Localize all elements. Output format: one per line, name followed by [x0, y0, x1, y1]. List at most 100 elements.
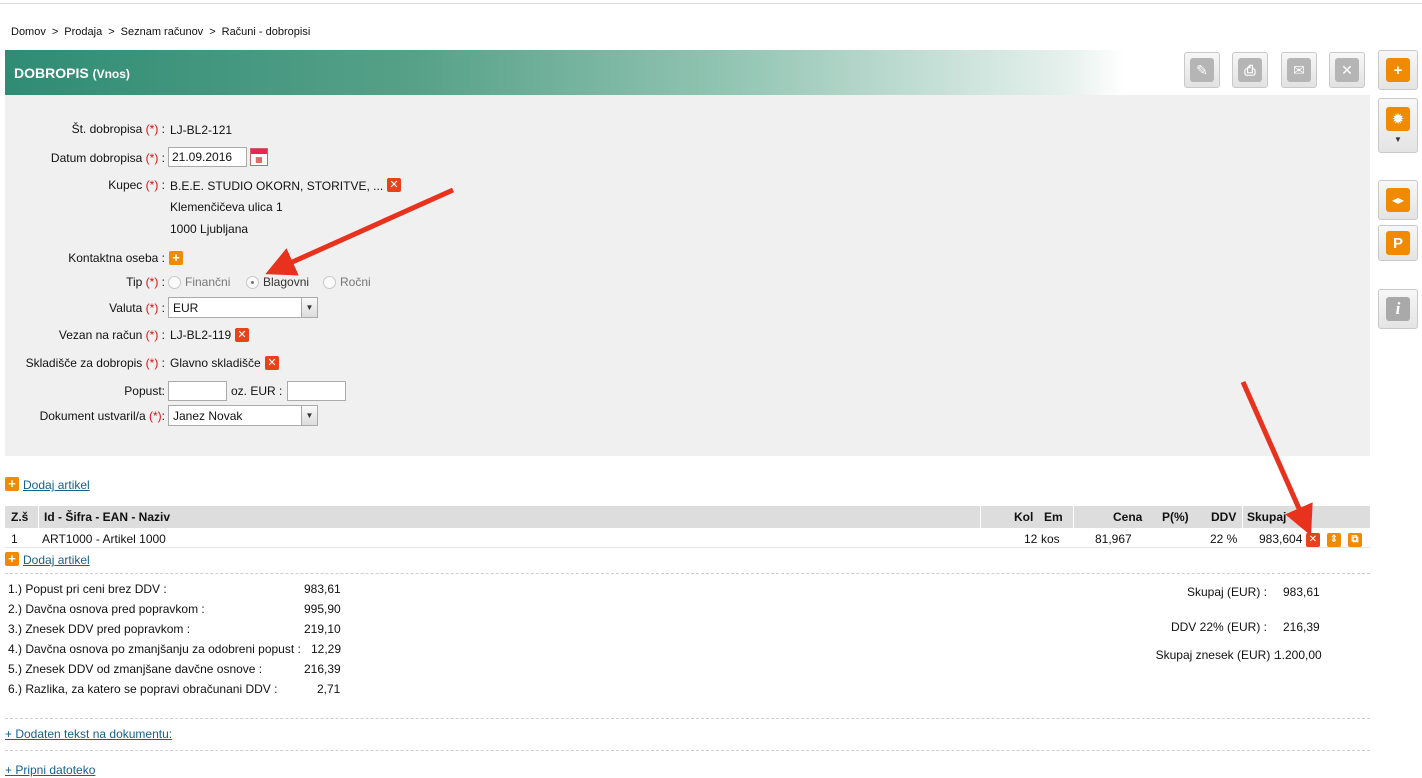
- col-em[interactable]: Em: [1044, 510, 1063, 524]
- edit-button[interactable]: ✎: [1184, 52, 1220, 88]
- add-item-icon[interactable]: +: [5, 552, 19, 566]
- vezan-label: Vezan na račun (*) :: [58, 328, 165, 342]
- col-naziv[interactable]: Id - Šifra - EAN - Naziv: [44, 510, 170, 524]
- col-divider: [1242, 506, 1243, 528]
- tip-radio-financni[interactable]: [168, 276, 181, 289]
- breadcrumb-seznam[interactable]: Seznam računov: [121, 26, 204, 38]
- ustvaril-value: Janez Novak: [173, 409, 243, 423]
- popust-input[interactable]: [168, 381, 227, 401]
- add-item-icon[interactable]: +: [5, 477, 19, 491]
- col-ddv[interactable]: DDV: [1211, 510, 1236, 524]
- skladisce-value: Glavno skladišče: [170, 356, 261, 370]
- col-zs[interactable]: Z.š: [11, 510, 28, 524]
- summary-value: 219,10: [304, 622, 341, 636]
- col-p[interactable]: P(%): [1162, 510, 1189, 524]
- reorder-row-icon[interactable]: ⇕: [1327, 533, 1341, 547]
- split-button[interactable]: ◂▸: [1378, 180, 1418, 220]
- summary-label: 3.) Znesek DDV pred popravkom :: [8, 622, 191, 636]
- ustvaril-label: Dokument ustvaril/a (*):: [39, 409, 165, 423]
- kupec-value: B.E.E. STUDIO OKORN, STORITVE, ...: [170, 179, 384, 193]
- valuta-label: Valuta (*) :: [109, 301, 165, 315]
- summary-label: 4.) Davčna osnova po zmanjšanju za odobr…: [8, 642, 301, 656]
- popust-label: Popust:: [124, 384, 165, 398]
- copy-row-icon[interactable]: ⧉: [1348, 533, 1362, 547]
- delete-row-icon[interactable]: ✕: [1306, 533, 1320, 547]
- kupec-label: Kupec (*) :: [108, 178, 165, 192]
- page-header: DOBROPIS (Vnos): [5, 50, 1370, 95]
- valuta-value: EUR: [173, 301, 199, 315]
- gear-icon: ✹: [1386, 107, 1410, 131]
- add-item-link[interactable]: Dodaj artikel: [23, 478, 90, 492]
- breadcrumb-prodaja[interactable]: Prodaja: [64, 26, 102, 38]
- summary-value: 995,90: [304, 602, 341, 616]
- p-button[interactable]: P: [1378, 225, 1418, 261]
- pencil-icon: ✎: [1190, 58, 1214, 82]
- summary-label: 1.) Popust pri ceni brez DDV :: [8, 582, 167, 596]
- breadcrumb: Domov > Prodaja > Seznam računov > Računi - do…: [11, 26, 310, 38]
- col-kol[interactable]: Kol: [1014, 510, 1033, 524]
- total-label: Skupaj znesek (EUR) :: [1155, 648, 1277, 662]
- additional-text-link[interactable]: + Dodaten tekst na dokumentu:: [5, 727, 172, 741]
- col-divider: [1073, 506, 1074, 528]
- print-button[interactable]: ⎙: [1232, 52, 1268, 88]
- email-button[interactable]: ✉: [1281, 52, 1317, 88]
- summary-label: 5.) Znesek DDV od zmanjšane davčne osnov…: [8, 662, 263, 676]
- col-skupaj[interactable]: Skupaj: [1247, 510, 1286, 524]
- tip-radio-blagovni[interactable]: [246, 276, 259, 289]
- breadcrumb-home[interactable]: Domov: [11, 26, 46, 38]
- kupec-city: 1000 Ljubljana: [170, 222, 249, 236]
- tip-label-blagovni: Blagovni: [263, 275, 310, 289]
- split-icon: ◂▸: [1386, 188, 1410, 212]
- valuta-select[interactable]: EUR ▼: [168, 297, 318, 318]
- oz-eur-input[interactable]: [287, 381, 346, 401]
- datum-input[interactable]: 21.09.2016: [168, 147, 247, 167]
- st-dobropisa-label: Št. dobropisa (*) :: [71, 122, 165, 136]
- top-divider: [0, 3, 1422, 4]
- settings-dropdown-button[interactable]: ✹ ▼: [1378, 98, 1418, 153]
- summary-label: 2.) Davčna osnova pred popravkom :: [8, 602, 205, 616]
- chevron-down-icon: ▼: [301, 406, 317, 425]
- divider: [5, 718, 1370, 719]
- row-zs: 1: [11, 532, 18, 546]
- p-icon: P: [1386, 231, 1410, 255]
- divider: [5, 750, 1370, 751]
- remove-skladisce-icon[interactable]: ✕: [265, 356, 279, 370]
- row-cena: 81,967: [1095, 532, 1132, 546]
- tip-radio-rocni[interactable]: [323, 276, 336, 289]
- row-naziv: ART1000 - Artikel 1000: [42, 532, 166, 546]
- row-em: kos: [1041, 532, 1060, 546]
- close-button[interactable]: ✕: [1329, 52, 1365, 88]
- attach-file-link[interactable]: + Pripni datoteko: [5, 763, 95, 777]
- add-button[interactable]: +: [1378, 50, 1418, 90]
- remove-kupec-icon[interactable]: ✕: [387, 178, 401, 192]
- envelope-icon: ✉: [1287, 58, 1311, 82]
- divider: [5, 573, 1370, 574]
- row-kol: 12: [1024, 532, 1038, 546]
- calendar-icon[interactable]: ▦: [250, 148, 268, 166]
- summary-value: 2,71: [317, 682, 341, 696]
- total-value: 1.200,00: [1275, 648, 1322, 662]
- row-divider: [5, 547, 1370, 548]
- tip-label-financni: Finančni: [185, 275, 231, 289]
- datum-label: Datum dobropisa (*) :: [50, 151, 165, 165]
- plus-icon: +: [1386, 58, 1410, 82]
- chevron-down-icon: ▼: [1394, 135, 1402, 144]
- tip-label: Tip (*) :: [126, 275, 165, 289]
- total-value: 216,39: [1283, 620, 1320, 634]
- total-label: DDV 22% (EUR) :: [1170, 620, 1267, 634]
- page-title-mode: (Vnos): [92, 67, 130, 81]
- info-button[interactable]: i: [1378, 289, 1418, 329]
- kupec-street: Klemenčičeva ulica 1: [170, 200, 283, 214]
- col-divider: [980, 506, 981, 528]
- summary-value: 216,39: [304, 662, 341, 676]
- oz-eur-label: oz. EUR :: [231, 384, 283, 398]
- vezan-value: LJ-BL2-119: [170, 328, 232, 342]
- col-cena[interactable]: Cena: [1113, 510, 1142, 524]
- row-ddv: 22 %: [1210, 532, 1238, 546]
- info-icon: i: [1386, 297, 1410, 321]
- remove-vezan-icon[interactable]: ✕: [235, 328, 249, 342]
- ustvaril-select[interactable]: Janez Novak ▼: [168, 405, 318, 426]
- add-contact-icon[interactable]: +: [169, 251, 183, 265]
- st-dobropisa-value: LJ-BL2-121: [170, 123, 233, 137]
- add-item-link-bottom[interactable]: Dodaj artikel: [23, 553, 90, 567]
